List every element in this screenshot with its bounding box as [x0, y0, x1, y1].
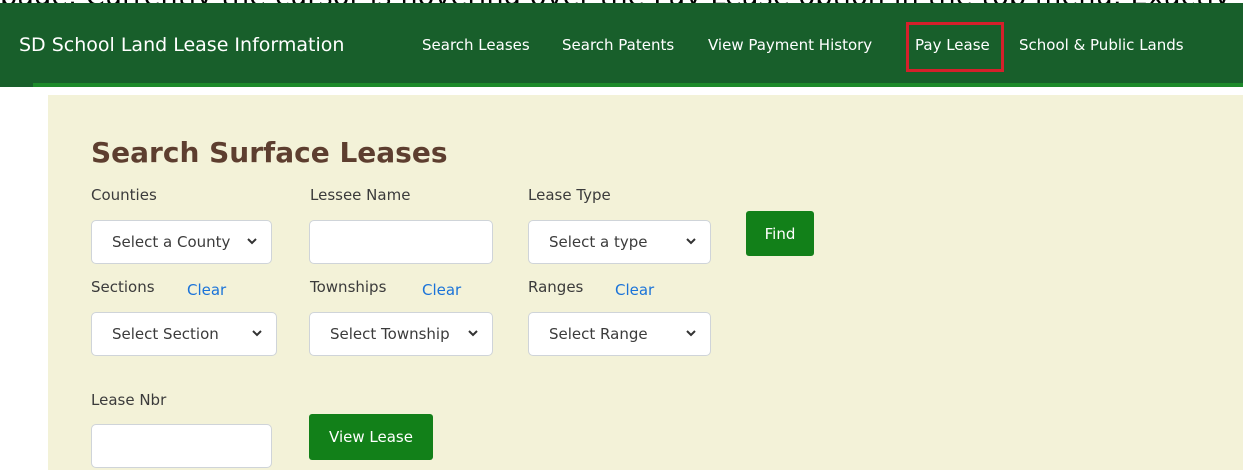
lease-nbr-label: Lease Nbr	[91, 391, 167, 409]
ranges-clear-link[interactable]: Clear	[615, 281, 654, 299]
chevron-down-icon	[686, 238, 696, 245]
nav-view-payment-history[interactable]: View Payment History	[708, 36, 872, 54]
townships-clear-link[interactable]: Clear	[422, 281, 461, 299]
townships-select-value: Select Township	[330, 325, 450, 343]
counties-label: Counties	[91, 186, 157, 204]
find-button[interactable]: Find	[746, 211, 814, 256]
brand-title[interactable]: SD School Land Lease Information	[19, 34, 344, 56]
nav-school-public-lands[interactable]: School & Public Lands	[1019, 36, 1184, 54]
lease-type-select-value: Select a type	[549, 233, 648, 251]
navbar-accent-line	[33, 83, 1243, 87]
navbar-bottom-edge	[0, 83, 33, 87]
counties-select-value: Select a County	[112, 233, 231, 251]
chevron-down-icon	[247, 238, 257, 245]
lease-type-label: Lease Type	[528, 186, 611, 204]
sections-label: Sections	[91, 278, 155, 296]
lease-nbr-input[interactable]	[91, 424, 272, 468]
sections-clear-link[interactable]: Clear	[187, 281, 226, 299]
sections-select[interactable]: Select Section	[91, 312, 277, 356]
townships-label: Townships	[310, 278, 387, 296]
lease-type-select[interactable]: Select a type	[528, 220, 711, 264]
lessee-name-label: Lessee Name	[310, 186, 411, 204]
nav-search-leases[interactable]: Search Leases	[422, 36, 530, 54]
counties-select[interactable]: Select a County	[91, 220, 272, 264]
top-navbar: SD School Land Lease Information Search …	[0, 3, 1243, 87]
chevron-down-icon	[252, 330, 262, 337]
ranges-select[interactable]: Select Range	[528, 312, 711, 356]
pay-lease-highlight-box	[906, 22, 1004, 72]
lessee-name-input[interactable]	[309, 220, 493, 264]
view-lease-button[interactable]: View Lease	[309, 414, 433, 460]
nav-search-patents[interactable]: Search Patents	[562, 36, 674, 54]
sections-select-value: Select Section	[112, 325, 219, 343]
chevron-down-icon	[686, 330, 696, 337]
chevron-down-icon	[468, 330, 478, 337]
ranges-select-value: Select Range	[549, 325, 648, 343]
townships-select[interactable]: Select Township	[309, 312, 493, 356]
ranges-label: Ranges	[528, 278, 584, 296]
page-title: Search Surface Leases	[91, 136, 448, 169]
